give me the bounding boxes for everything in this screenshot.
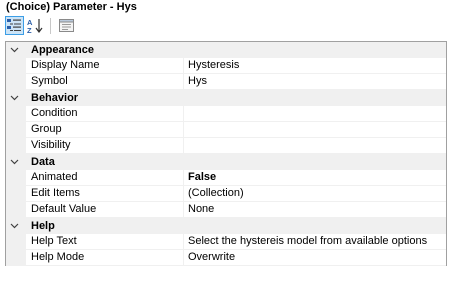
property-row-symbol[interactable]: Symbol Hys: [6, 74, 446, 90]
property-name: Visibility: [31, 139, 71, 151]
property-row-condition[interactable]: Condition: [6, 106, 446, 122]
property-name: Display Name: [31, 59, 100, 71]
property-value[interactable]: Select the hystereis model from availabl…: [188, 234, 427, 249]
category-label: Appearance: [31, 44, 94, 56]
property-grid: Appearance Display Name Hysteresis Symbo…: [5, 41, 447, 266]
categorized-view-button[interactable]: [5, 16, 24, 35]
property-value[interactable]: None: [188, 202, 214, 217]
property-grid-toolbar: A Z: [0, 14, 451, 38]
property-row-group[interactable]: Group: [6, 122, 446, 138]
svg-text:Z: Z: [27, 26, 32, 34]
property-name: Help Text: [31, 235, 77, 247]
property-name: Symbol: [31, 75, 68, 87]
collapse-chevron-icon[interactable]: [9, 218, 19, 234]
property-value[interactable]: Hysteresis: [188, 58, 239, 73]
category-help[interactable]: Help: [6, 218, 446, 234]
property-row-display-name[interactable]: Display Name Hysteresis: [6, 58, 446, 74]
category-label: Help: [31, 220, 55, 232]
categorized-view-icon: [7, 19, 21, 31]
window-title: (Choice) Parameter - Hys: [6, 1, 137, 13]
property-row-help-mode[interactable]: Help Mode Overwrite: [6, 250, 446, 266]
property-row-animated[interactable]: Animated False: [6, 170, 446, 186]
property-row-visibility[interactable]: Visibility: [6, 138, 446, 154]
property-name: Help Mode: [31, 251, 85, 263]
property-value[interactable]: Overwrite: [188, 250, 235, 265]
property-name: Animated: [31, 171, 78, 183]
property-pages-icon: [59, 19, 74, 32]
property-value[interactable]: Hys: [188, 74, 207, 89]
property-row-edit-items[interactable]: Edit Items (Collection): [6, 186, 446, 202]
collapse-chevron-icon[interactable]: [9, 154, 19, 170]
collapse-chevron-icon[interactable]: [9, 90, 19, 106]
category-data[interactable]: Data: [6, 154, 446, 170]
toolbar-separator: [50, 18, 51, 34]
category-label: Data: [31, 156, 55, 168]
category-behavior[interactable]: Behavior: [6, 90, 446, 106]
alphabetical-sort-icon: A Z: [27, 18, 43, 34]
category-label: Behavior: [31, 92, 79, 104]
collapse-chevron-icon[interactable]: [9, 42, 19, 58]
property-name: Default Value: [31, 203, 97, 215]
property-name: Edit Items: [31, 187, 80, 199]
property-row-help-text[interactable]: Help Text Select the hystereis model fro…: [6, 234, 446, 250]
property-name: Condition: [31, 107, 78, 119]
property-row-default-value[interactable]: Default Value None: [6, 202, 446, 218]
property-value[interactable]: (Collection): [188, 186, 244, 201]
property-pages-button[interactable]: [57, 16, 76, 35]
property-value[interactable]: False: [188, 170, 216, 185]
property-name: Group: [31, 123, 62, 135]
category-appearance[interactable]: Appearance: [6, 42, 446, 58]
alphabetical-sort-button[interactable]: A Z: [26, 16, 45, 35]
